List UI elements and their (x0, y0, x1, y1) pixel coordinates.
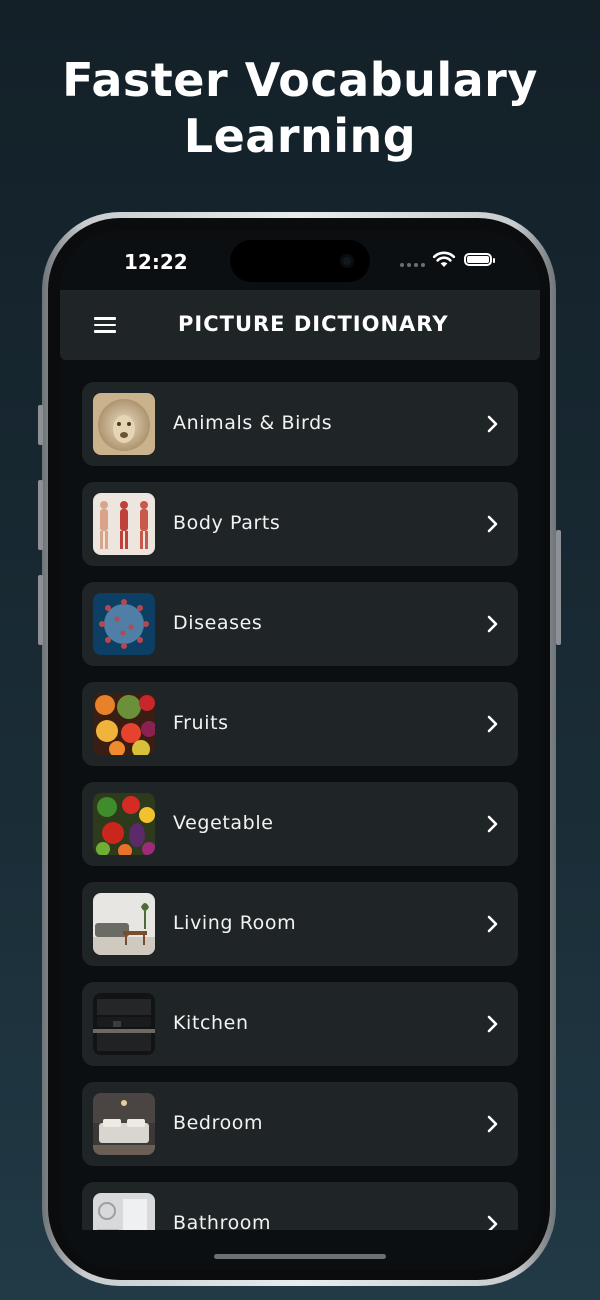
phone-screen: 12:22 PICTURE DICTIONARY Animals & Birds… (60, 230, 540, 1270)
chevron-right-icon (487, 415, 498, 433)
phone-volume-up (38, 480, 43, 550)
cellular-signal-icon (400, 263, 425, 267)
lion-thumbnail (93, 393, 155, 455)
wifi-icon (432, 251, 456, 267)
virus-thumbnail (93, 593, 155, 655)
chevron-right-icon (487, 715, 498, 733)
fruits-thumbnail (93, 693, 155, 755)
phone-power-button (556, 530, 561, 645)
promo-headline: Faster Vocabulary Learning (0, 52, 600, 164)
chevron-right-icon (487, 615, 498, 633)
list-item-vegetable[interactable]: Vegetable (82, 782, 518, 866)
list-item-bedroom[interactable]: Bedroom (82, 1082, 518, 1166)
chevron-right-icon (487, 915, 498, 933)
screen-bottom-area (60, 1230, 540, 1270)
list-item-diseases[interactable]: Diseases (82, 582, 518, 666)
list-item-label: Animals & Birds (173, 412, 333, 434)
living-room-thumbnail (93, 893, 155, 955)
list-item-label: Bedroom (173, 1112, 264, 1134)
chevron-right-icon (487, 1115, 498, 1133)
status-time: 12:22 (124, 250, 188, 274)
list-item-animals-birds[interactable]: Animals & Birds (82, 382, 518, 466)
app-title: PICTURE DICTIONARY (178, 312, 449, 336)
list-item-label: Vegetable (173, 812, 274, 834)
anatomy-thumbnail (93, 493, 155, 555)
promo-headline-line-1: Faster Vocabulary (62, 53, 538, 107)
chevron-right-icon (487, 515, 498, 533)
vegetables-thumbnail (93, 793, 155, 855)
phone-mute-switch (38, 405, 43, 445)
list-item-label: Kitchen (173, 1012, 249, 1034)
list-item-living-room[interactable]: Living Room (82, 882, 518, 966)
chevron-right-icon (487, 1015, 498, 1033)
chevron-right-icon (487, 815, 498, 833)
hamburger-menu-icon[interactable] (94, 317, 116, 333)
list-item-label: Fruits (173, 712, 229, 734)
bedroom-thumbnail (93, 1093, 155, 1155)
list-item-fruits[interactable]: Fruits (82, 682, 518, 766)
list-item-body-parts[interactable]: Body Parts (82, 482, 518, 566)
home-indicator[interactable] (214, 1254, 386, 1259)
app-bar: PICTURE DICTIONARY (60, 290, 540, 360)
camera-icon (340, 254, 354, 268)
dynamic-island (230, 240, 370, 282)
list-item-label: Living Room (173, 912, 297, 934)
kitchen-thumbnail (93, 993, 155, 1055)
list-item-label: Diseases (173, 612, 263, 634)
battery-icon (464, 253, 495, 266)
list-item-kitchen[interactable]: Kitchen (82, 982, 518, 1066)
phone-volume-down (38, 575, 43, 645)
list-item-label: Body Parts (173, 512, 281, 534)
promo-headline-line-2: Learning (183, 109, 417, 163)
